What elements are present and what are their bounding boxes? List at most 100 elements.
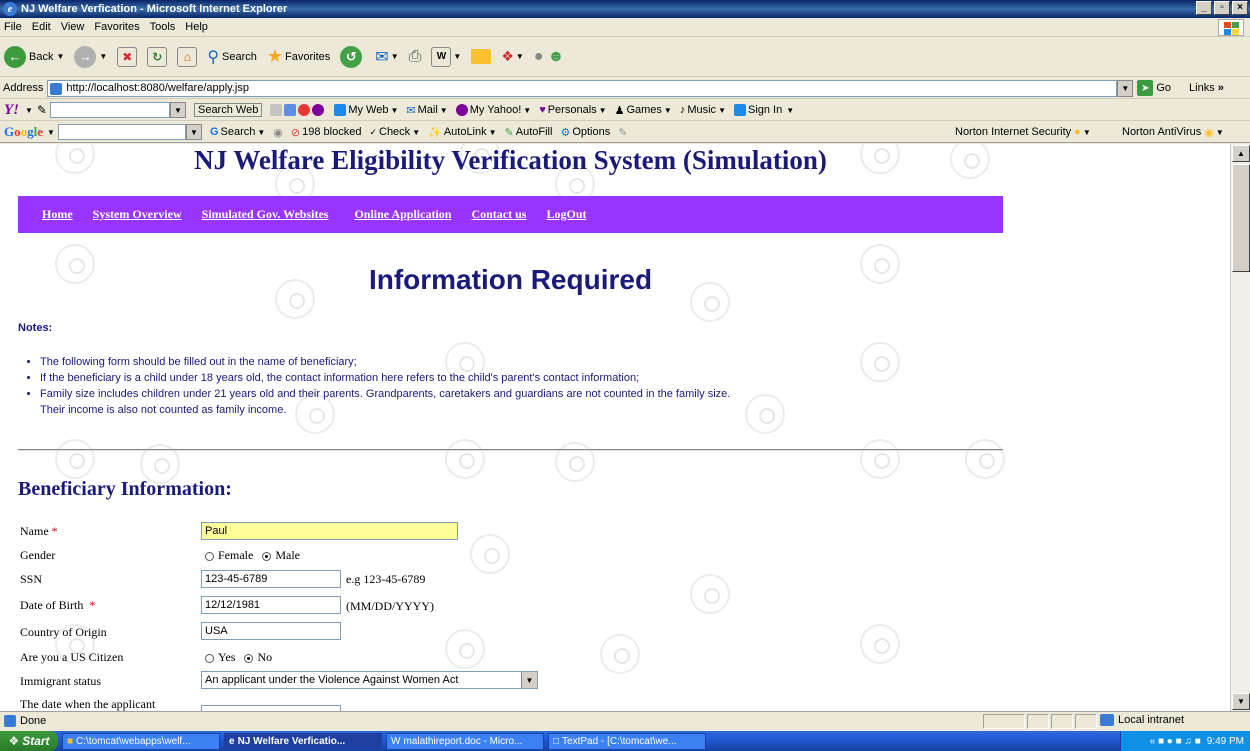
history-icon: ↺ bbox=[340, 45, 363, 68]
scroll-down-icon[interactable]: ▼ bbox=[1232, 693, 1250, 710]
history-button[interactable]: ↺ bbox=[340, 45, 365, 68]
nav-system-overview[interactable]: System Overview bbox=[93, 207, 182, 222]
address-input[interactable]: http://localhost:8080/welfare/apply.jsp bbox=[47, 79, 1118, 97]
norton-antivirus-button[interactable]: Norton AntiVirus ◉ ▼ bbox=[1122, 126, 1224, 139]
edit-button[interactable]: W ▼ bbox=[431, 46, 461, 67]
personals-icon: ♥ bbox=[539, 104, 546, 116]
home-button[interactable]: ⌂ bbox=[177, 46, 198, 67]
close-button[interactable]: × bbox=[1232, 1, 1248, 15]
go-button[interactable]: ➤ Go bbox=[1137, 80, 1171, 96]
status-cell bbox=[1075, 714, 1097, 729]
name-input[interactable]: Paul bbox=[201, 522, 458, 540]
chevron-right-icon[interactable]: » bbox=[1218, 82, 1224, 94]
name-label: Name * bbox=[20, 524, 58, 539]
nav-home[interactable]: Home bbox=[42, 207, 73, 222]
address-dropdown-icon[interactable]: ▼ bbox=[1117, 79, 1134, 97]
nav-simulated-gov-websites[interactable]: Simulated Gov. Websites bbox=[202, 207, 329, 222]
citizen-no-radio[interactable] bbox=[244, 653, 254, 663]
taskbar-item-word[interactable]: W malathireport.doc - Micro... bbox=[386, 732, 544, 750]
mail-button[interactable]: ✉ ▼ bbox=[375, 47, 398, 67]
vertical-scrollbar[interactable]: ▲ ▼ bbox=[1230, 144, 1250, 711]
site-title: NJ Welfare Eligibility Verification Syst… bbox=[194, 145, 827, 175]
menu-tools[interactable]: Tools bbox=[150, 21, 176, 33]
research-dropdown-icon: ▼ bbox=[515, 52, 524, 61]
mail-label: Mail bbox=[417, 104, 438, 116]
menu-help[interactable]: Help bbox=[185, 21, 208, 33]
sign-in-button[interactable]: Sign In ▼ bbox=[733, 104, 794, 116]
menu-file[interactable]: File bbox=[4, 21, 22, 33]
music-button[interactable]: ♪ Music ▼ bbox=[680, 104, 726, 116]
norton-shield-icon: ◉ bbox=[1204, 126, 1214, 139]
tray-icons[interactable]: « ■ ● ■ ♫ ■ bbox=[1150, 736, 1201, 747]
yahoo-dropdown-icon[interactable]: ▼ bbox=[25, 106, 33, 115]
google-search-dropdown-icon[interactable]: ▼ bbox=[185, 124, 202, 140]
google-logo[interactable]: Google bbox=[4, 124, 43, 140]
required-marker: * bbox=[89, 598, 96, 612]
my-web-button[interactable]: My Web ▼ bbox=[334, 104, 398, 116]
yahoo-logo[interactable]: Y! bbox=[4, 102, 19, 119]
links-button[interactable]: Links bbox=[1189, 82, 1215, 94]
stop-button[interactable]: ✖ bbox=[117, 46, 138, 67]
autolink-icon: ✨ bbox=[428, 126, 442, 139]
nav-online-application[interactable]: Online Application bbox=[354, 207, 451, 222]
gender-female-radio[interactable] bbox=[205, 551, 214, 561]
forward-button[interactable]: → ▼ bbox=[74, 45, 107, 68]
options-button[interactable]: ⚙ Options bbox=[560, 126, 610, 139]
gender-male-radio[interactable] bbox=[262, 551, 272, 561]
highlight-icon[interactable]: ✎ bbox=[618, 126, 627, 139]
folder-button[interactable] bbox=[471, 49, 492, 64]
yahoo-search-input[interactable] bbox=[49, 102, 170, 118]
search-web-button[interactable]: Search Web bbox=[193, 103, 263, 117]
country-input[interactable]: USA bbox=[201, 622, 341, 640]
autolink-button[interactable]: ✨ AutoLink ▼ bbox=[428, 126, 496, 139]
dob-input[interactable]: 12/12/1981 bbox=[201, 596, 341, 614]
country-label: Country of Origin bbox=[20, 625, 107, 639]
menu-view[interactable]: View bbox=[61, 21, 85, 33]
norton-security-button[interactable]: Norton Internet Security ● ▼ bbox=[955, 126, 1091, 138]
pagerank-icon[interactable]: ◉ bbox=[273, 126, 283, 139]
pencil-icon[interactable]: ✎ bbox=[37, 103, 47, 117]
taskbar-item-explorer[interactable]: ■ C:\tomcat\webapps\welf... bbox=[62, 732, 220, 750]
google-toolbar: Google ▼ ▼ G Search ▼ ◉ ⊘ 198 blocked ✓ … bbox=[0, 122, 1250, 143]
refresh-button[interactable]: ↻ bbox=[147, 46, 168, 67]
research-button[interactable]: ❖ ▼ bbox=[501, 48, 523, 65]
scrollbar-thumb[interactable] bbox=[1232, 164, 1250, 272]
intranet-icon bbox=[1100, 714, 1114, 726]
print-button[interactable]: ⎙ bbox=[409, 48, 422, 66]
spellcheck-button[interactable]: ✓ Check ▼ bbox=[369, 126, 420, 138]
google-search-button[interactable]: G Search ▼ bbox=[210, 126, 265, 138]
nav-logout[interactable]: LogOut bbox=[546, 207, 586, 222]
google-dropdown-icon[interactable]: ▼ bbox=[47, 128, 55, 137]
games-label: Games bbox=[626, 104, 662, 116]
back-button[interactable]: ← Back ▼ bbox=[4, 45, 65, 68]
google-search-input[interactable] bbox=[57, 124, 186, 140]
menu-favorites[interactable]: Favorites bbox=[94, 21, 139, 33]
gender-options: Female Male bbox=[205, 548, 300, 563]
favorites-button[interactable]: ★ Favorites bbox=[267, 46, 330, 67]
messenger-button[interactable]: ● ☻ bbox=[534, 48, 565, 66]
immigrant-status-select[interactable]: An applicant under the Violence Against … bbox=[201, 671, 538, 689]
yahoo-search-dropdown-icon[interactable]: ▼ bbox=[169, 102, 186, 118]
my-yahoo-button[interactable]: My Yahoo! ▼ bbox=[455, 104, 531, 116]
menu-edit[interactable]: Edit bbox=[32, 21, 51, 33]
personals-button[interactable]: ♥ Personals ▼ bbox=[539, 104, 606, 116]
task-label: malathireport.doc - Micro... bbox=[403, 735, 523, 747]
back-dropdown-icon: ▼ bbox=[56, 52, 65, 61]
maximize-button[interactable]: ▫ bbox=[1214, 1, 1230, 15]
section-heading: Beneficiary Information: bbox=[18, 478, 232, 500]
taskbar-item-textpad[interactable]: □ TextPad - [C:\tomcat\we... bbox=[548, 732, 706, 750]
scroll-up-icon[interactable]: ▲ bbox=[1232, 145, 1250, 162]
minimize-button[interactable]: _ bbox=[1196, 1, 1212, 15]
citizen-yes-radio[interactable] bbox=[205, 653, 214, 663]
mail-toolbar-button[interactable]: ✉ Mail ▼ bbox=[406, 104, 447, 117]
taskbar-item-ie[interactable]: e NJ Welfare Verficatio... bbox=[224, 732, 382, 750]
ssn-input[interactable]: 123-45-6789 bbox=[201, 570, 341, 588]
immigrant-status-value: An applicant under the Violence Against … bbox=[205, 674, 459, 686]
nav-contact-us[interactable]: Contact us bbox=[471, 207, 526, 222]
start-button[interactable]: ❖ Start bbox=[0, 731, 58, 751]
games-button[interactable]: ♟ Games ▼ bbox=[615, 104, 672, 117]
autofill-button[interactable]: ✎ AutoFill bbox=[505, 126, 553, 139]
popup-blocker-button[interactable]: ⊘ 198 blocked bbox=[291, 126, 362, 139]
search-button[interactable]: ⚲ Search bbox=[207, 47, 257, 67]
yahoo-tools-icons[interactable] bbox=[270, 104, 326, 116]
